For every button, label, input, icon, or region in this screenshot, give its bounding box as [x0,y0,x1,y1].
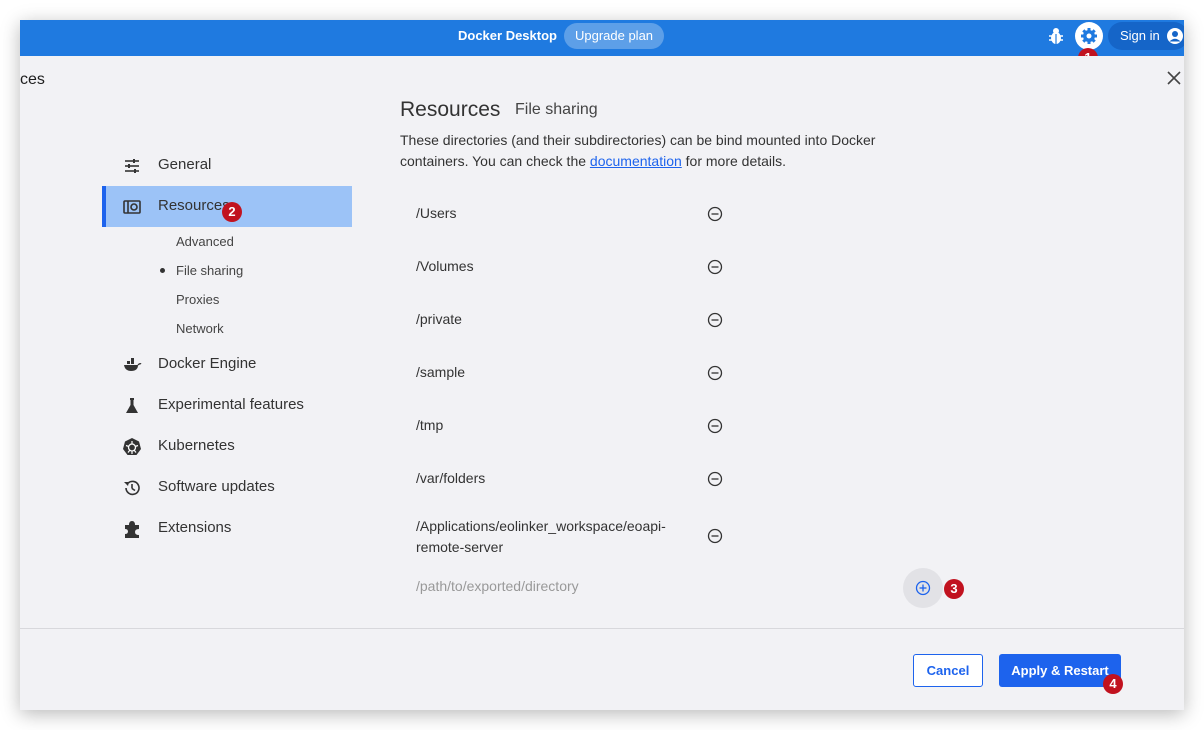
history-icon [124,480,140,496]
sidebar-subitem-proxies[interactable]: Proxies [176,292,219,307]
app-title: Docker Desktop [458,28,557,43]
title-bar: Docker Desktop Upgrade plan Sign in [20,20,1184,56]
new-path-input[interactable] [416,578,716,594]
add-circle-icon [915,580,931,596]
sidebar-item-label: Extensions [158,519,232,536]
annotation-badge-3: 3 [944,579,964,599]
selected-bullet [160,268,165,273]
puzzle-icon [125,521,139,538]
file-share-path: /tmp [416,417,444,433]
remove-circle-icon[interactable] [707,365,723,381]
description-text-after: for more details. [681,153,787,169]
settings-gear-button[interactable] [1075,22,1103,50]
file-share-path: /Volumes [416,258,474,274]
file-share-path: /private [416,311,462,327]
footer-bar: Cancel Apply & Restart [20,628,1184,710]
sidebar-item-label: General [158,156,212,173]
sidebar-item-label: Kubernetes [158,437,235,454]
remove-circle-icon[interactable] [707,528,723,544]
upgrade-plan-button[interactable]: Upgrade plan [564,23,664,49]
file-share-path: /sample [416,364,466,380]
section-heading: Resources [400,98,501,121]
add-path-button[interactable] [903,568,943,608]
section-description: These directories (and their subdirector… [400,130,940,172]
sidebar-item-software-updates[interactable]: Software updates [102,467,352,508]
sidebar-item-label: Docker Engine [158,355,257,372]
gear-icon [1081,28,1097,44]
sidebar-subitem-file-sharing[interactable]: File sharing [176,263,243,278]
preferences-header: ces [20,56,1184,104]
sidebar-item-docker-engine[interactable]: Docker Engine [102,344,352,385]
sidebar-subitem-network[interactable]: Network [176,321,224,336]
remove-circle-icon[interactable] [707,312,723,328]
sidebar-item-general[interactable]: General [102,145,352,186]
sidebar-item-kubernetes[interactable]: Kubernetes [102,426,352,467]
flask-icon [126,398,138,413]
close-icon[interactable] [1167,71,1181,85]
settings-window: Docker Desktop Upgrade plan Sign in ces … [20,20,1184,710]
remove-circle-icon[interactable] [707,259,723,275]
sidebar-item-label: Resources [158,197,230,214]
bug-icon[interactable] [1048,27,1064,45]
sign-in-label: Sign in [1120,28,1160,43]
remove-circle-icon[interactable] [707,471,723,487]
file-share-path: /Applications/eolinker_workspace/eoapi-r… [416,518,666,555]
sidebar-subitem-advanced[interactable]: Advanced [176,234,234,249]
sidebar-item-label: Software updates [158,478,275,495]
sidebar-item-label: Experimental features [158,396,304,413]
file-share-path: /Users [416,205,457,221]
sign-in-button[interactable]: Sign in [1108,22,1184,50]
kubernetes-icon [123,438,141,455]
section-subheading: File sharing [515,101,598,118]
cancel-button[interactable]: Cancel [913,654,983,687]
annotation-badge-4: 4 [1103,674,1123,694]
sliders-icon [125,159,139,173]
page-title: ces [20,71,45,88]
user-circle-icon [1167,28,1183,44]
remove-circle-icon[interactable] [707,206,723,222]
resources-icon [123,200,141,214]
sidebar-item-extensions[interactable]: Extensions [102,508,352,549]
sidebar-item-experimental-features[interactable]: Experimental features [102,385,352,426]
remove-circle-icon[interactable] [707,418,723,434]
annotation-badge-2: 2 [222,202,242,222]
documentation-link[interactable]: documentation [590,153,682,169]
file-share-path: /var/folders [416,470,486,486]
whale-icon [124,358,142,371]
